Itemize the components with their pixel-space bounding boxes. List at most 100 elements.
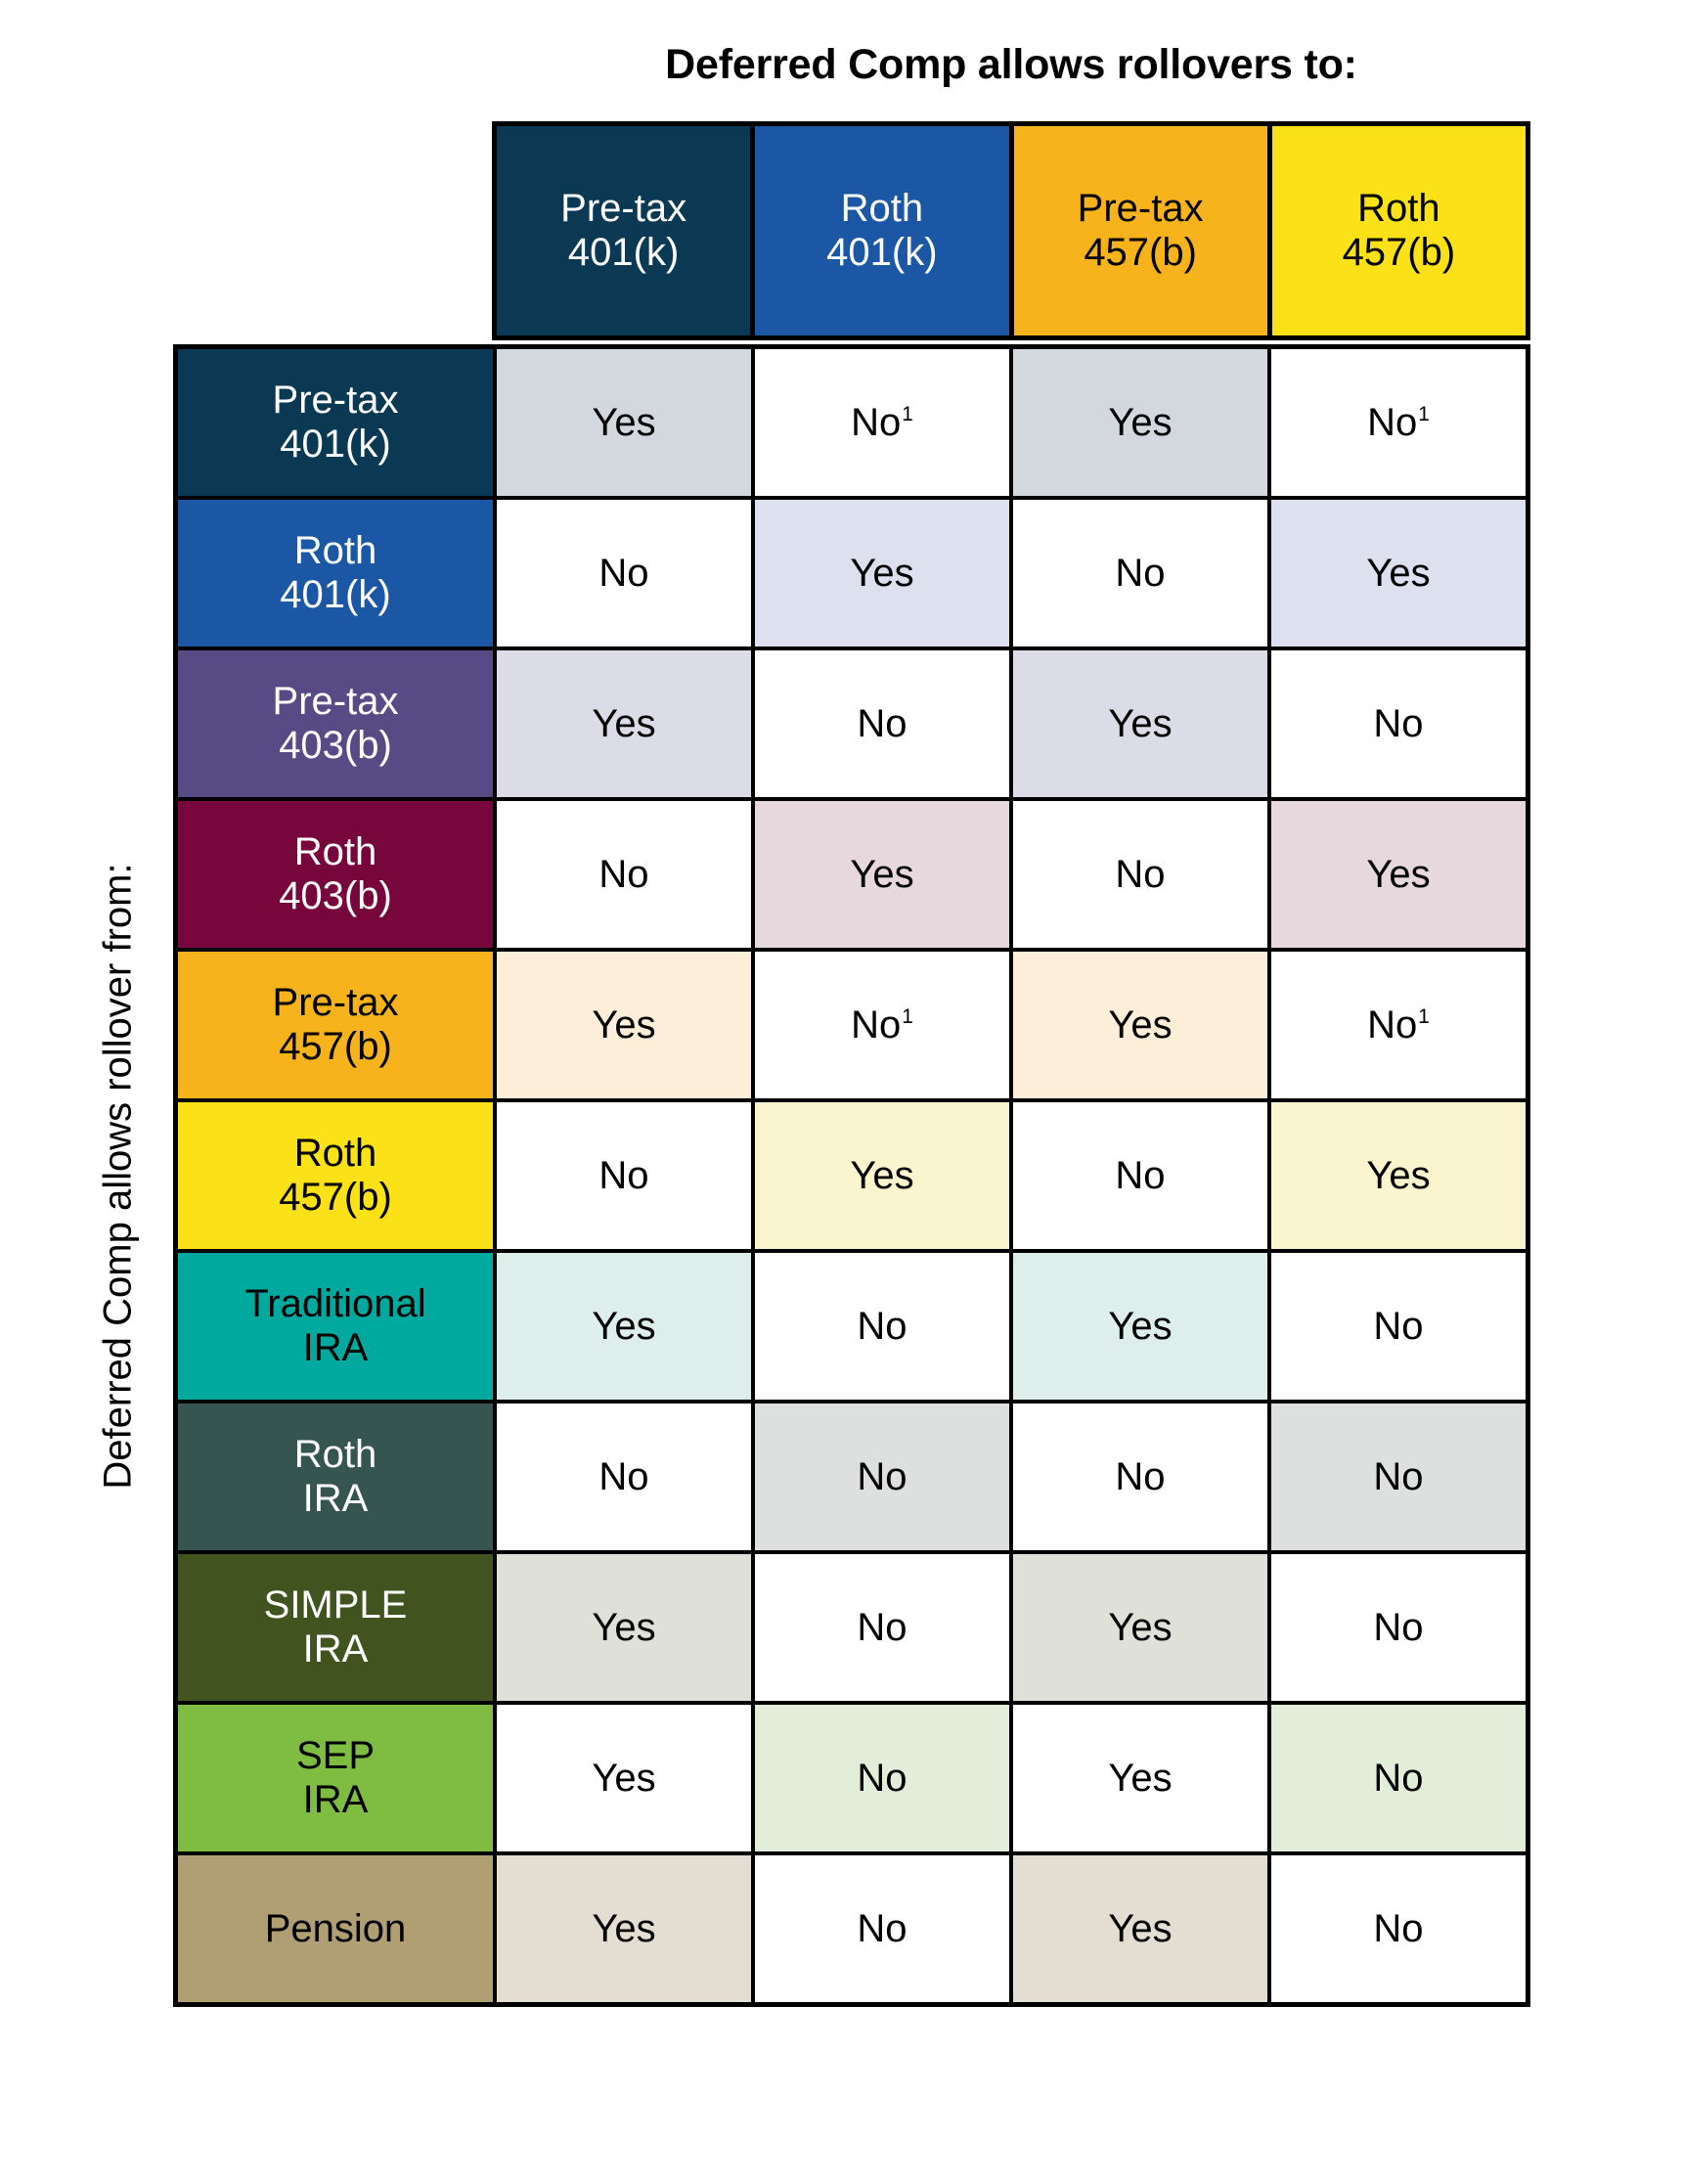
table-row: Roth 403(b) No Yes No Yes xyxy=(178,801,1526,948)
column-header-line1: Pre-tax xyxy=(1077,187,1204,231)
column-header-line2: 401(k) xyxy=(567,231,680,274)
matrix-cell-r3-c4: No xyxy=(1271,650,1526,797)
column-header-3: Pre-tax 457(b) xyxy=(1013,126,1267,335)
column-header-line1: Roth xyxy=(1357,187,1440,231)
row-header-line2: IRA xyxy=(302,1326,369,1369)
matrix-cell-r2-c3: No xyxy=(1013,500,1267,646)
column-header-line2: 457(b) xyxy=(1342,231,1456,274)
row-header-1: Pre-tax 401(k) xyxy=(178,349,493,496)
row-header-2: Roth 401(k) xyxy=(178,500,493,646)
table-row: SIMPLE IRA Yes No Yes No xyxy=(178,1554,1526,1701)
row-header-5: Pre-tax 457(b) xyxy=(178,952,493,1098)
row-header-line1: Pension xyxy=(264,1906,407,1950)
matrix-cell-r11-c2: No xyxy=(755,1855,1009,2002)
cell-value: No xyxy=(1115,852,1166,896)
cell-value: No1 xyxy=(851,1003,913,1047)
table-row: Roth IRA No No No No xyxy=(178,1404,1526,1550)
matrix-cell-r7-c2: No xyxy=(755,1253,1009,1400)
cell-value: Yes xyxy=(592,1756,656,1800)
cell-value: No xyxy=(598,1153,649,1197)
cell-value: Yes xyxy=(592,701,656,745)
cell-value: Yes xyxy=(1366,551,1431,595)
matrix-cell-r11-c4: No xyxy=(1271,1855,1526,2002)
cell-value: No xyxy=(1373,1605,1424,1649)
table-row: Traditional IRA Yes No Yes No xyxy=(178,1253,1526,1400)
row-header-line1: Pre-tax xyxy=(272,379,399,423)
matrix-cell-r6-c3: No xyxy=(1013,1102,1267,1249)
row-header-3: Pre-tax 403(b) xyxy=(178,650,493,797)
matrix-cell-r9-c4: No xyxy=(1271,1554,1526,1701)
matrix-cell-r2-c1: No xyxy=(497,500,751,646)
matrix-cell-r10-c1: Yes xyxy=(497,1705,751,1851)
row-header-line2: 401(k) xyxy=(280,573,391,616)
row-header-11: Pension xyxy=(178,1855,493,2002)
matrix-cell-r8-c3: No xyxy=(1013,1404,1267,1550)
cell-value: Yes xyxy=(1108,1304,1173,1348)
matrix-cell-r1-c2: No1 xyxy=(755,349,1009,496)
cell-value: Yes xyxy=(592,1003,656,1047)
row-header-line1: Traditional xyxy=(244,1282,426,1326)
rollover-matrix-table: Pre-tax 401(k) Yes No1 Yes No1 Roth 401(k) No Yes… xyxy=(173,344,1530,2007)
row-header-8: Roth IRA xyxy=(178,1404,493,1550)
cell-value: No xyxy=(598,852,649,896)
matrix-cell-r4-c1: No xyxy=(497,801,751,948)
matrix-cell-r11-c1: Yes xyxy=(497,1855,751,2002)
matrix-cell-r6-c2: Yes xyxy=(755,1102,1009,1249)
matrix-cell-r9-c1: Yes xyxy=(497,1554,751,1701)
row-header-4: Roth 403(b) xyxy=(178,801,493,948)
column-header-4: Roth 457(b) xyxy=(1271,126,1526,335)
matrix-cell-r1-c1: Yes xyxy=(497,349,751,496)
row-header-line2: 457(b) xyxy=(279,1176,392,1219)
matrix-cell-r10-c3: Yes xyxy=(1013,1705,1267,1851)
matrix-cell-r9-c3: Yes xyxy=(1013,1554,1267,1701)
matrix-cell-r2-c2: Yes xyxy=(755,500,1009,646)
column-header-line2: 401(k) xyxy=(826,231,938,274)
matrix-cell-r11-c3: Yes xyxy=(1013,1855,1267,2002)
footnote-marker: 1 xyxy=(902,403,913,426)
row-header-7: Traditional IRA xyxy=(178,1253,493,1400)
column-header-line1: Pre-tax xyxy=(560,187,687,231)
row-header-line1: Roth xyxy=(293,1132,377,1176)
table-row: Roth 401(k) No Yes No Yes xyxy=(178,500,1526,646)
matrix-cell-r8-c2: No xyxy=(755,1404,1009,1550)
row-header-6: Roth 457(b) xyxy=(178,1102,493,1249)
cell-value: No xyxy=(857,1756,907,1800)
footnote-marker: 1 xyxy=(1418,1005,1430,1029)
cell-value: No xyxy=(1373,1756,1424,1800)
cell-value: Yes xyxy=(1366,1153,1431,1197)
cell-value: No xyxy=(1373,1906,1424,1950)
matrix-cell-r8-c4: No xyxy=(1271,1404,1526,1550)
cell-value: No xyxy=(1373,1454,1424,1498)
row-header-line1: Roth xyxy=(293,529,377,573)
cell-value: Yes xyxy=(592,400,656,444)
column-header-row: Pre-tax 401(k) Roth 401(k) Pre-tax 457(b) Roth… xyxy=(492,121,1530,340)
matrix-cell-r10-c2: No xyxy=(755,1705,1009,1851)
matrix-cell-r9-c2: No xyxy=(755,1554,1009,1701)
page-title-side-wrapper: Deferred Comp allows rollover from: xyxy=(66,344,170,2007)
cell-value: Yes xyxy=(592,1304,656,1348)
matrix-cell-r4-c2: Yes xyxy=(755,801,1009,948)
cell-value: No xyxy=(1115,1153,1166,1197)
cell-value: Yes xyxy=(1108,1605,1173,1649)
matrix-cell-r7-c3: Yes xyxy=(1013,1253,1267,1400)
cell-value: Yes xyxy=(592,1605,656,1649)
cell-value: Yes xyxy=(1108,1906,1173,1950)
table-row: Roth 457(b) No Yes No Yes xyxy=(178,1102,1526,1249)
matrix-cell-r3-c1: Yes xyxy=(497,650,751,797)
table-row: Pre-tax 403(b) Yes No Yes No xyxy=(178,650,1526,797)
matrix-cell-r3-c3: Yes xyxy=(1013,650,1267,797)
matrix-cell-r8-c1: No xyxy=(497,1404,751,1550)
rollover-matrix-page: Deferred Comp allows rollovers to: Defer… xyxy=(0,0,1682,2184)
cell-value: No xyxy=(1115,1454,1166,1498)
table-row: Pre-tax 401(k) Yes No1 Yes No1 xyxy=(178,349,1526,496)
row-header-9: SIMPLE IRA xyxy=(178,1554,493,1701)
cell-value: No1 xyxy=(851,400,913,444)
cell-value: Yes xyxy=(850,1153,914,1197)
footnote-marker: 1 xyxy=(902,1005,913,1029)
row-header-line1: SIMPLE xyxy=(263,1583,408,1627)
matrix-cell-r5-c1: Yes xyxy=(497,952,751,1098)
matrix-cell-r10-c4: No xyxy=(1271,1705,1526,1851)
cell-value: Yes xyxy=(1366,852,1431,896)
cell-value: No xyxy=(857,701,907,745)
cell-value: No xyxy=(857,1605,907,1649)
